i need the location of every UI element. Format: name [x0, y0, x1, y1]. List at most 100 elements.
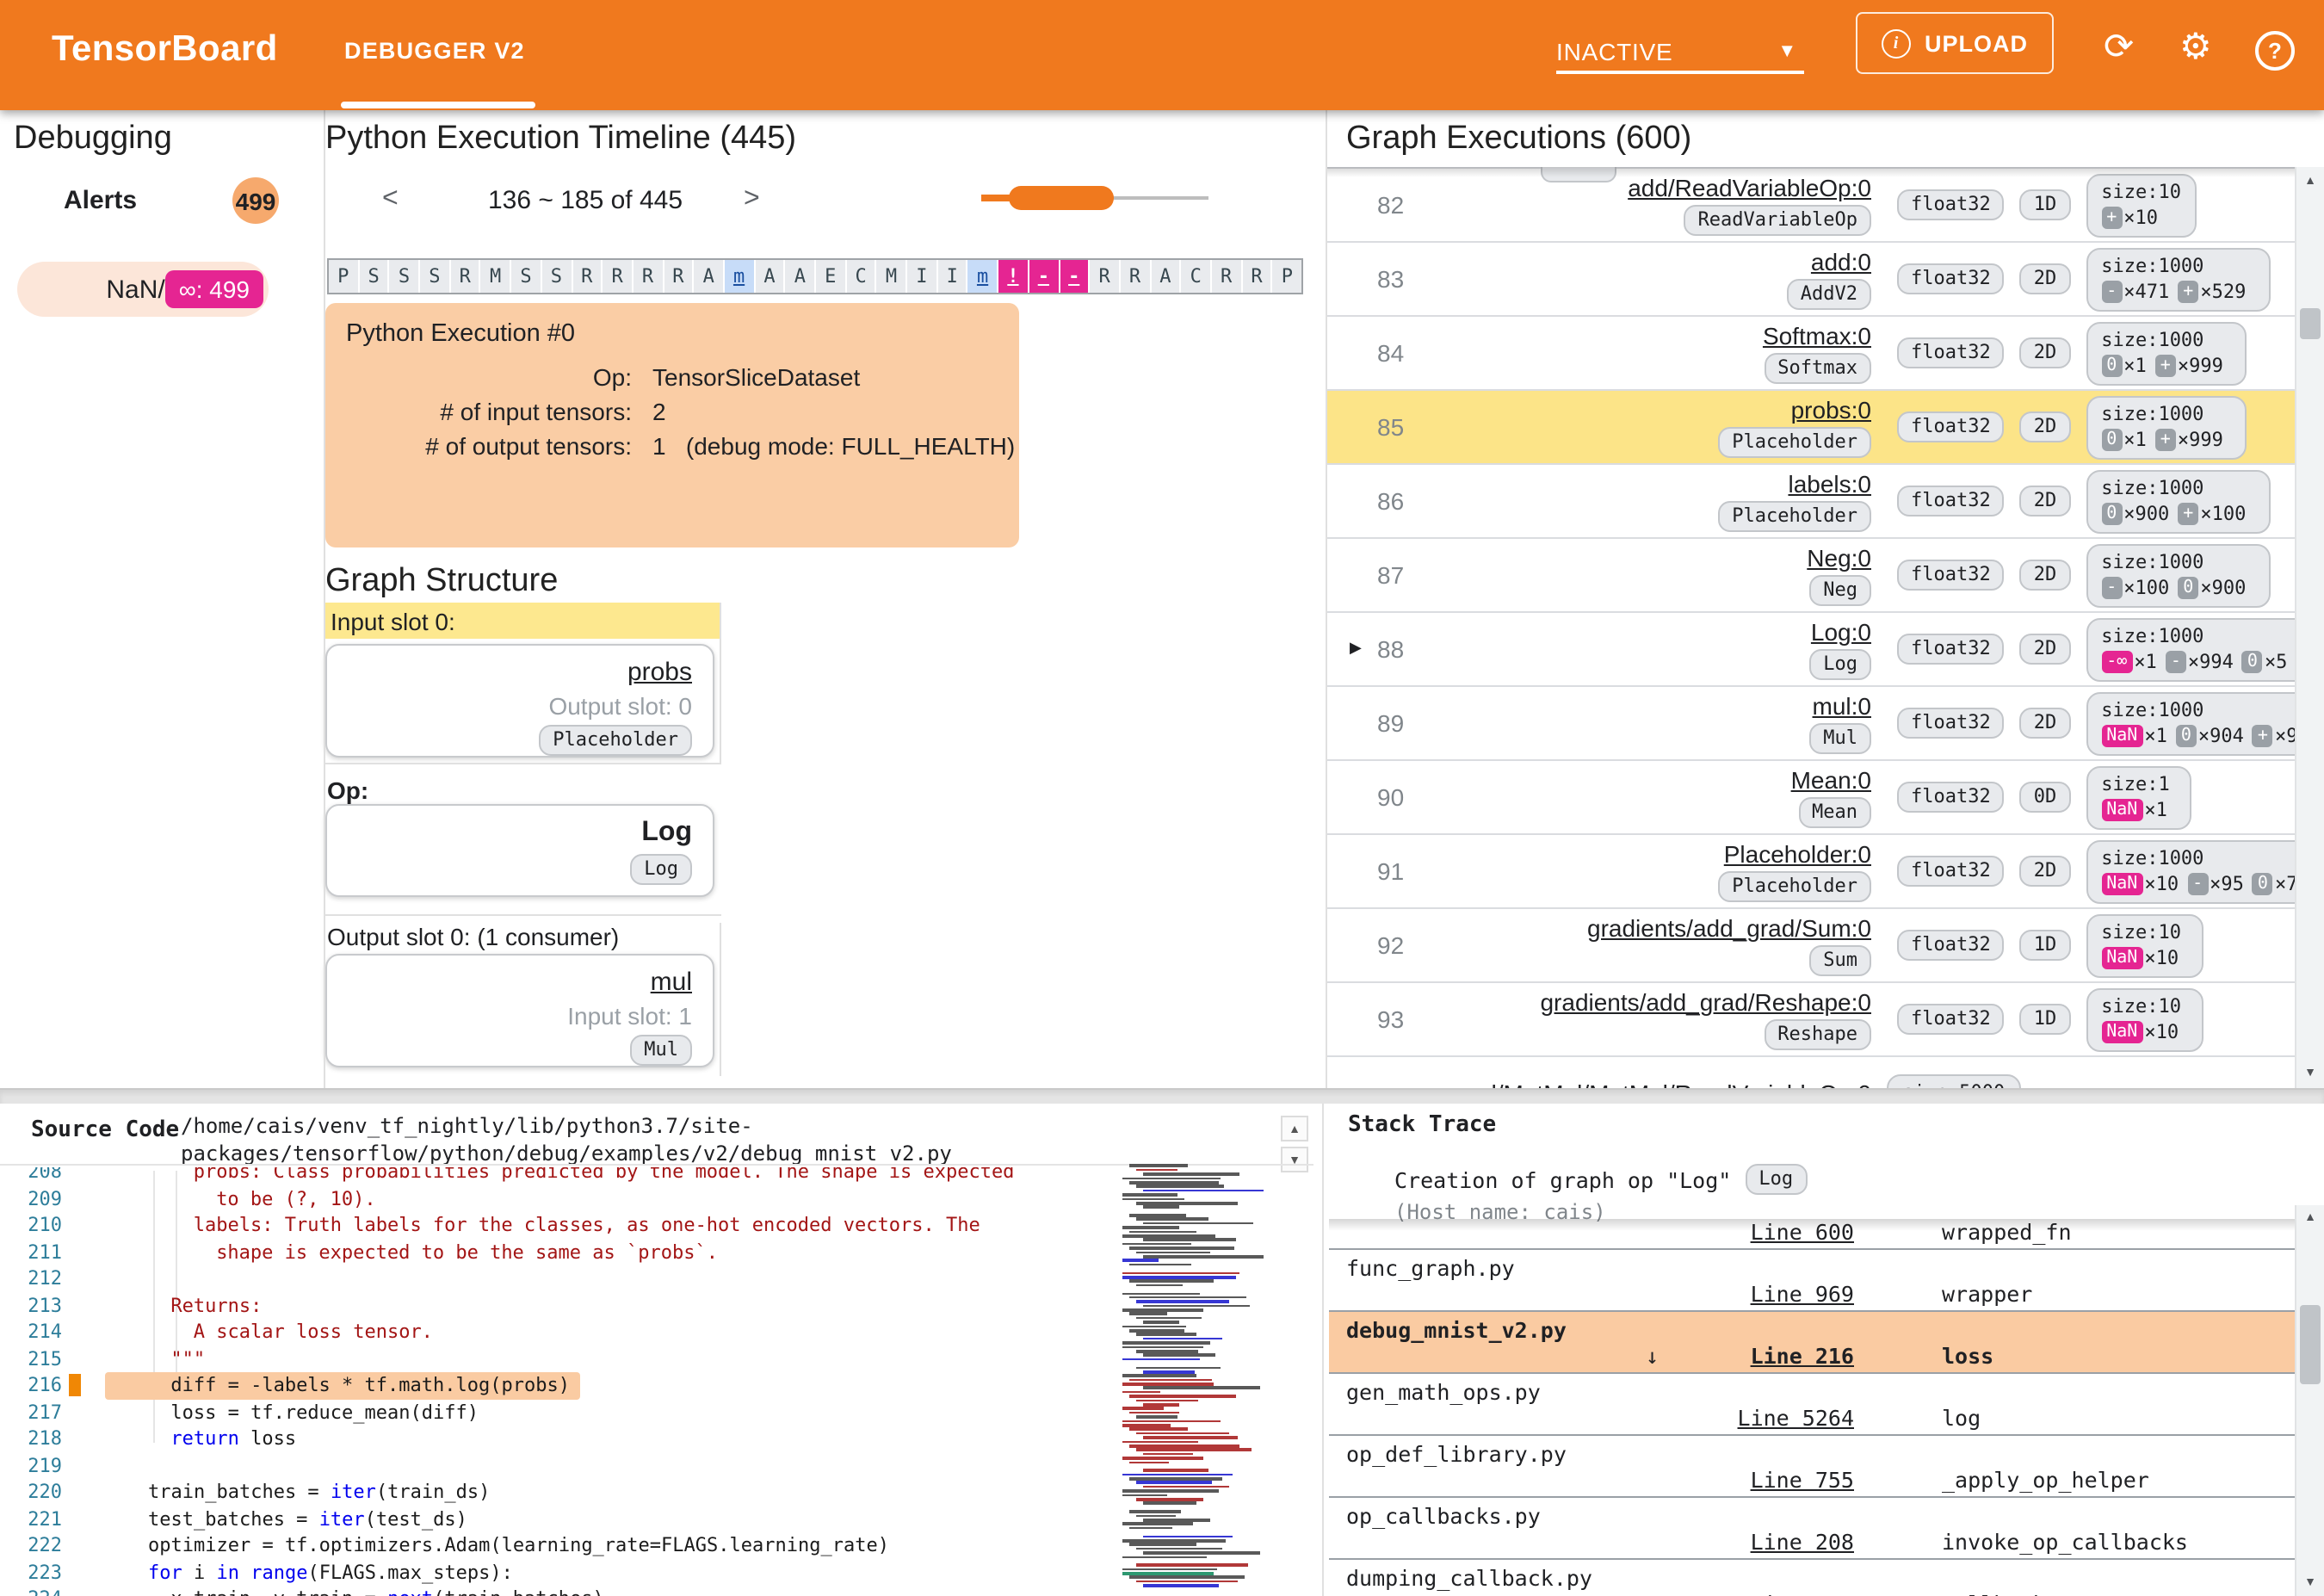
- timeline-cell[interactable]: C: [1181, 260, 1210, 293]
- graph-execution-row[interactable]: 89 mul:0 Mul float32 2D size:1000 NaN ×1 0 ×904 + ×…: [1326, 687, 2295, 761]
- timeline-cell[interactable]: S: [389, 260, 419, 293]
- graph-execution-row[interactable]: 83 add:0 AddV2 float32 2D size:1000 - ×471 + ×529: [1326, 243, 2295, 317]
- scroll-up-icon[interactable]: ▲: [2296, 176, 2324, 188]
- stack-frame[interactable]: debug_mnist_v2.py ↓ Line 216 loss: [1329, 1312, 2295, 1374]
- run-status-dropdown[interactable]: INACTIVE ▼: [1556, 31, 1804, 74]
- scrollbar-thumb[interactable]: [2300, 308, 2321, 339]
- timeline-cell[interactable]: M: [480, 260, 510, 293]
- size-label: size:1: [2101, 772, 2170, 795]
- stack-frame-line-link[interactable]: Line 969: [1673, 1281, 1854, 1307]
- timeline-cell[interactable]: P: [1272, 260, 1301, 293]
- timeline-slider-handle[interactable]: [1009, 186, 1114, 210]
- timeline-cell[interactable]: S: [511, 260, 541, 293]
- code-text: x_train, y_train = next(train_batches): [148, 1586, 603, 1596]
- timeline-cell[interactable]: S: [359, 260, 388, 293]
- timeline-cell[interactable]: R: [572, 260, 602, 293]
- graph-execution-row[interactable]: ▶ 88 Log:0 Log float32 2D size:1000 -∞ ×1- ×994 0 ×…: [1326, 613, 2295, 687]
- timeline-cell[interactable]: R: [603, 260, 632, 293]
- op-node-name: Log: [641, 818, 692, 847]
- stack-frame[interactable]: op_callbacks.py Line 208 invoke_op_callbac…: [1329, 1498, 2295, 1560]
- alert-item-nan-inf[interactable]: NaN/ ∞: 499: [17, 262, 269, 317]
- graph-execution-row[interactable]: 90 Mean:0 Mean float32 0D size:1 NaN ×1: [1326, 761, 2295, 835]
- stack-frame[interactable]: gen_math_ops.py Line 5264 log: [1329, 1374, 2295, 1436]
- timeline-cell[interactable]: m: [724, 260, 754, 293]
- timeline-cell[interactable]: R: [633, 260, 663, 293]
- timeline-cell[interactable]: M: [876, 260, 906, 293]
- graph-execution-row[interactable]: 84 Softmax:0 Softmax float32 2D size:1000 0 ×1 +…: [1326, 317, 2295, 391]
- gear-icon[interactable]: ⚙: [2179, 28, 2212, 69]
- tensor-name-link[interactable]: add:0: [1811, 248, 1871, 275]
- tensor-name-link[interactable]: Mean:0: [1791, 766, 1871, 794]
- stack-frame[interactable]: op_def_library.py Line 755 _apply_op_helpe…: [1329, 1436, 2295, 1498]
- stack-frame[interactable]: dumping_callback.py Line 577 callback: [1329, 1560, 2295, 1596]
- tensor-name-link[interactable]: add/ReadVariableOp:0: [1628, 174, 1871, 201]
- graph-execution-row[interactable]: 85 probs:0 Placeholder float32 2D size:1000 0 ×…: [1326, 391, 2295, 465]
- timeline-cell[interactable]: I: [937, 260, 967, 293]
- stack-frame-line-link[interactable]: Line 208: [1673, 1529, 1854, 1555]
- timeline-cell[interactable]: !: [998, 260, 1028, 293]
- file-scroll-down-icon[interactable]: ▼: [1281, 1147, 1308, 1172]
- upload-button[interactable]: i UPLOAD: [1856, 12, 2054, 74]
- graph-execution-row[interactable]: 82 add/ReadVariableOp:0 ReadVariableOp floa…: [1326, 169, 2295, 243]
- scroll-down-icon[interactable]: ▼: [2296, 1067, 2324, 1079]
- stack-trace-scrollbar[interactable]: ▲ ▼: [2295, 1205, 2324, 1596]
- timeline-cell[interactable]: m: [967, 260, 998, 293]
- timeline-cell[interactable]: S: [420, 260, 449, 293]
- timeline-cell[interactable]: R: [450, 260, 479, 293]
- tensor-name-link[interactable]: labels:0: [1788, 470, 1871, 498]
- expand-arrow-icon[interactable]: ▶: [1350, 639, 1362, 658]
- stack-frame-line-link[interactable]: Line 577: [1673, 1591, 1854, 1596]
- timeline-cell[interactable]: R: [1090, 260, 1119, 293]
- timeline-cell[interactable]: -: [1029, 260, 1058, 293]
- timeline-cell[interactable]: S: [541, 260, 571, 293]
- timeline-cell[interactable]: C: [846, 260, 875, 293]
- health-pill-count: ×471: [2123, 280, 2170, 302]
- timeline-next-button[interactable]: >: [744, 184, 760, 215]
- refresh-icon[interactable]: ⟳: [2104, 28, 2134, 69]
- output-node-link[interactable]: mul: [651, 968, 692, 997]
- scrollbar-thumb[interactable]: [2300, 1305, 2321, 1384]
- tensor-name-link[interactable]: gradients/add_grad/Sum:0: [1587, 914, 1871, 942]
- tensor-name-link[interactable]: mul:0: [1813, 692, 1871, 720]
- timeline-cell[interactable]: R: [1120, 260, 1150, 293]
- stack-frame-line-link[interactable]: Line 216: [1673, 1343, 1854, 1369]
- chevron-down-icon: ▼: [1777, 40, 1797, 61]
- stack-frame[interactable]: func_graph.py Line 969 wrapper: [1329, 1250, 2295, 1312]
- timeline-cell[interactable]: I: [907, 260, 936, 293]
- scroll-down-icon[interactable]: ▼: [2296, 1577, 2324, 1589]
- graph-execution-row[interactable]: 87 Neg:0 Neg float32 2D size:1000 - ×100 0 ×900: [1326, 539, 2295, 613]
- graph-execution-row[interactable]: 91 Placeholder:0 Placeholder float32 2D size:…: [1326, 835, 2295, 909]
- tensor-name-link[interactable]: gradients/add_grad/Reshape:0: [1540, 988, 1871, 1016]
- timeline-cell[interactable]: A: [694, 260, 723, 293]
- timeline-cell[interactable]: P: [329, 260, 358, 293]
- graph-execution-row[interactable]: 93 gradients/add_grad/Reshape:0 Reshape flo…: [1326, 983, 2295, 1057]
- timeline-cell[interactable]: R: [664, 260, 693, 293]
- stack-frame-line-link[interactable]: Line 5264: [1673, 1405, 1854, 1431]
- graph-execution-row[interactable]: d/MatMul/MatMul/ReadVariableOp:0size:500…: [1326, 1057, 2295, 1090]
- tensor-name-link[interactable]: probs:0: [1791, 396, 1871, 424]
- timeline-cell[interactable]: A: [785, 260, 814, 293]
- tensor-name-link[interactable]: Neg:0: [1807, 544, 1871, 572]
- tensor-name-link[interactable]: Softmax:0: [1763, 322, 1871, 350]
- timeline-cell[interactable]: -: [1060, 260, 1089, 293]
- timeline-cell[interactable]: R: [1242, 260, 1271, 293]
- input-node-link[interactable]: probs: [627, 658, 692, 687]
- tensor-name-link[interactable]: Placeholder:0: [1724, 840, 1871, 868]
- health-pill-symbol: 0: [2175, 724, 2197, 746]
- graph-execution-row[interactable]: 92 gradients/add_grad/Sum:0 Sum float32 1D si…: [1326, 909, 2295, 983]
- graph-execution-row[interactable]: 86 labels:0 Placeholder float32 2D size:1000 0…: [1326, 465, 2295, 539]
- tensor-name-link[interactable]: Log:0: [1811, 618, 1871, 646]
- timeline-prev-button[interactable]: <: [382, 184, 399, 215]
- code-text: Returns:: [170, 1294, 263, 1316]
- code-minimap[interactable]: [1122, 1160, 1274, 1596]
- timeline-cell[interactable]: E: [816, 260, 845, 293]
- timeline-cell[interactable]: R: [1211, 260, 1241, 293]
- timeline-cell[interactable]: A: [1151, 260, 1180, 293]
- timeline-cell[interactable]: A: [755, 260, 784, 293]
- file-scroll-up-icon[interactable]: ▲: [1281, 1116, 1308, 1141]
- stack-frame-line-link[interactable]: Line 755: [1673, 1467, 1854, 1493]
- graph-executions-scrollbar[interactable]: ▲ ▼: [2295, 167, 2324, 1088]
- tab-debugger-v2[interactable]: DEBUGGER V2: [344, 38, 525, 64]
- help-icon[interactable]: ?: [2255, 31, 2295, 71]
- scroll-up-icon[interactable]: ▲: [2296, 1212, 2324, 1224]
